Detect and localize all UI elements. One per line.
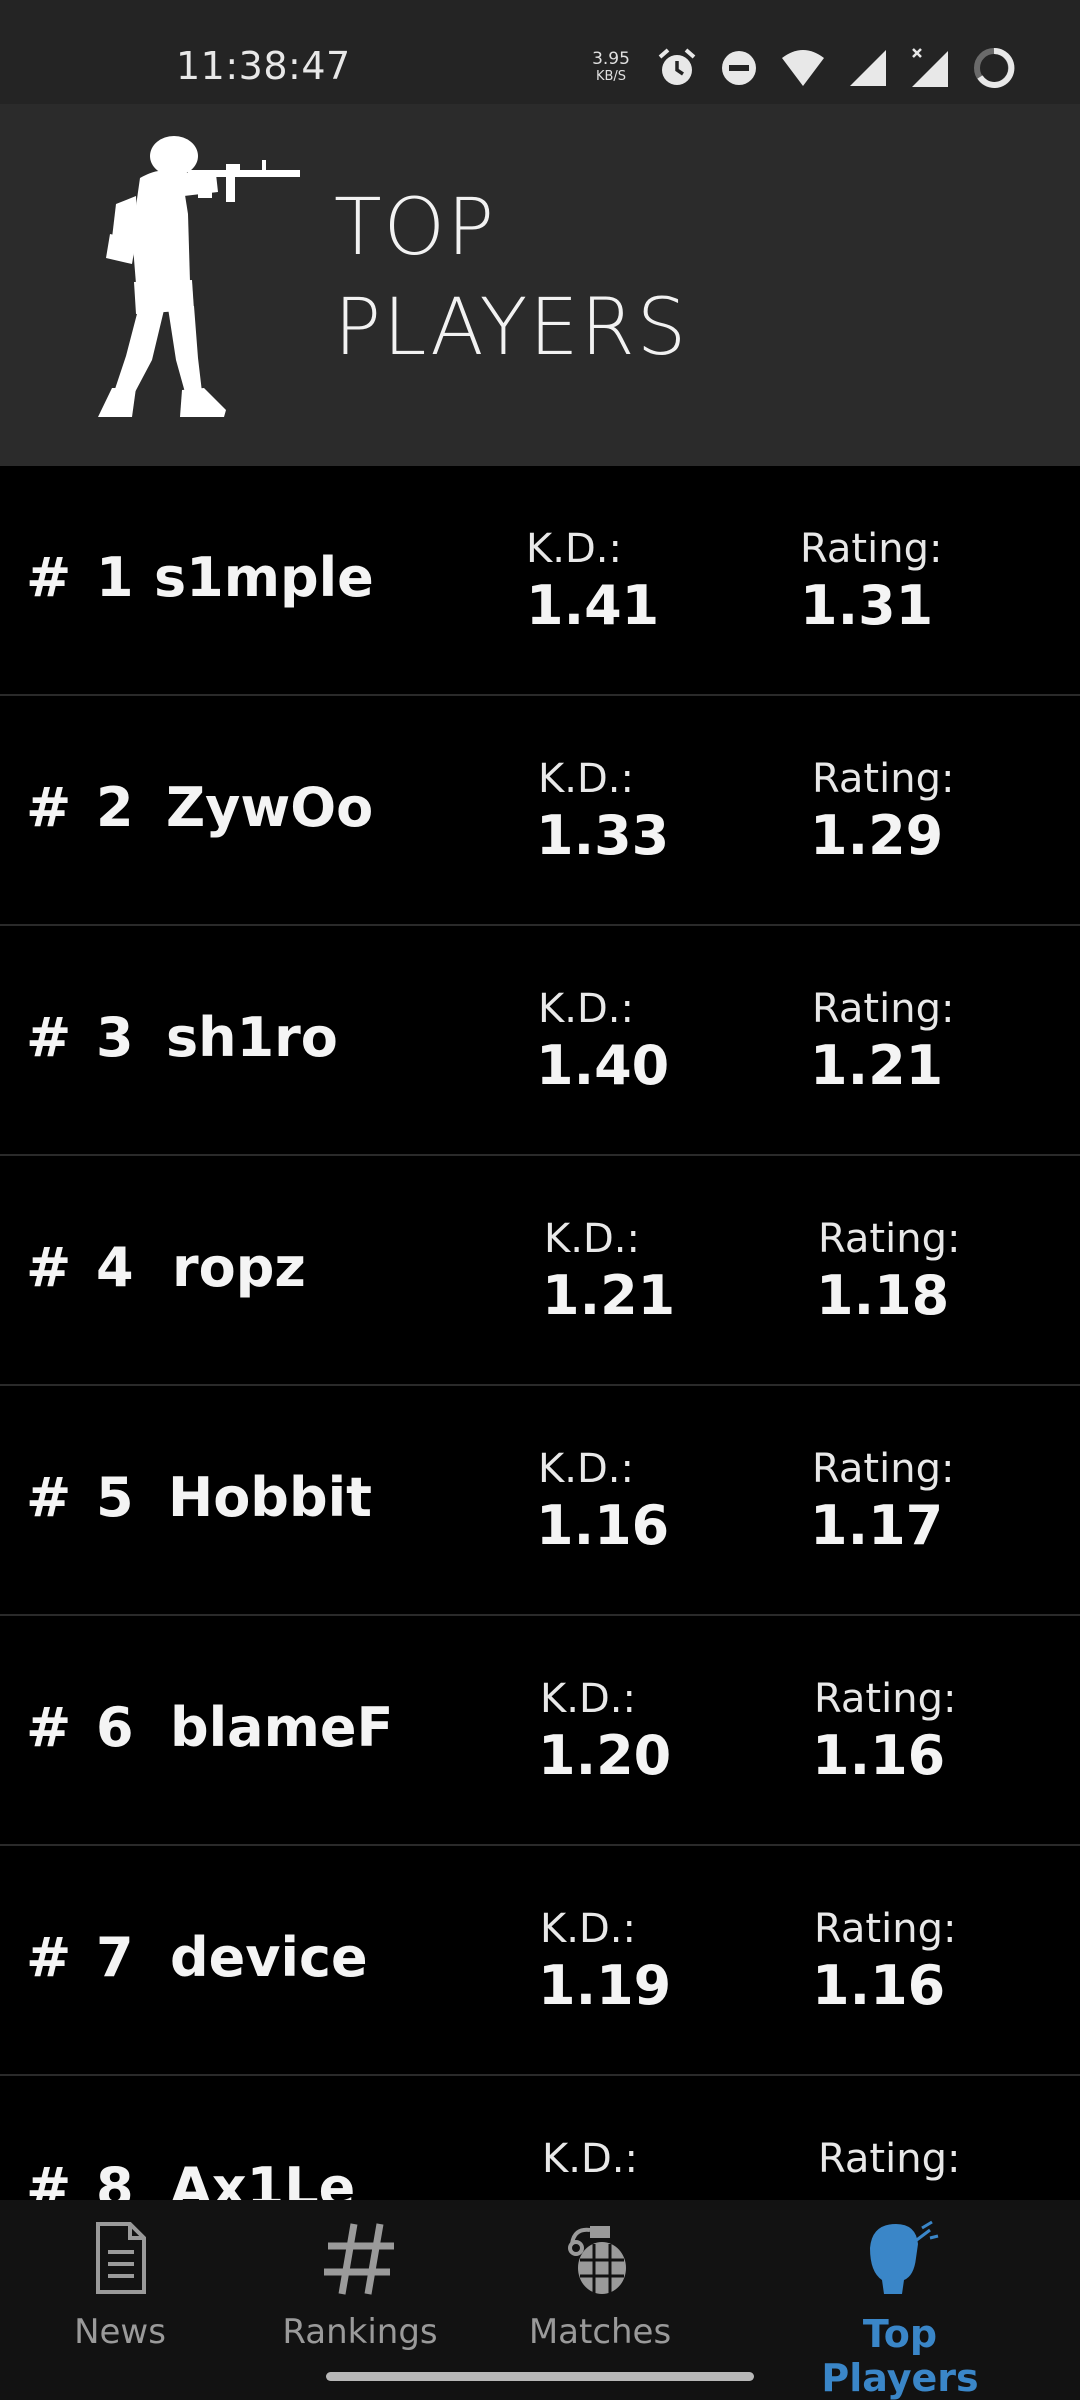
kd-value: 1.16	[536, 1494, 670, 1557]
rating-value: 1.18	[816, 1264, 950, 1327]
kd-label: K.D.:	[538, 1446, 634, 1492]
player-row[interactable]: # 8 Ax1Le K.D.: Rating:	[0, 2076, 1080, 2200]
soldier-silhouette-icon	[98, 136, 300, 417]
rating-label: Rating:	[812, 986, 955, 1032]
rating-label: Rating:	[814, 1906, 957, 1952]
player-row[interactable]: # 2 ZywOo K.D.: 1.33 Rating: 1.29	[0, 696, 1080, 926]
bottom-nav: News Rankings Matches Top Players	[0, 2200, 1080, 2400]
kd-value: 1.19	[538, 1954, 672, 2017]
player-row[interactable]: # 3 sh1ro K.D.: 1.40 Rating: 1.21	[0, 926, 1080, 1156]
rating-label: Rating:	[812, 1446, 955, 1492]
player-name: device	[170, 1926, 368, 1989]
page-title-line1: TOP	[334, 183, 497, 273]
rating-label: Rating:	[818, 1216, 961, 1262]
rating-value: 1.17	[810, 1494, 944, 1557]
hashtag-icon	[324, 2223, 394, 2295]
signal-icon	[850, 50, 886, 86]
rating-label: Rating:	[812, 756, 955, 802]
nav-matches-label: Matches	[528, 2312, 672, 2352]
kd-value: 1.40	[536, 1034, 670, 1097]
rating-value: 1.16	[812, 1724, 946, 1787]
player-list[interactable]: # 1 s1mple K.D.: 1.41 Rating: 1.31 # 2 Z…	[0, 466, 1080, 2200]
rating-label: Rating:	[814, 1676, 957, 1722]
kd-value: 1.20	[538, 1724, 672, 1787]
kd-label: K.D.:	[542, 2136, 638, 2182]
kd-label: K.D.:	[540, 1906, 636, 1952]
kd-label: K.D.:	[544, 1216, 640, 1262]
nav-top-players-label: Top Players	[821, 2312, 979, 2400]
player-rank: # 2	[26, 776, 137, 839]
player-name: Ax1Le	[170, 2156, 356, 2200]
do-not-disturb-icon	[722, 51, 756, 85]
kd-value: 1.41	[526, 574, 660, 637]
nav-top-players[interactable]: Top Players	[780, 2218, 1020, 2400]
kd-label: K.D.:	[538, 986, 634, 1032]
player-name: s1mple	[154, 546, 374, 609]
rating-label: Rating:	[800, 526, 943, 572]
player-name: ropz	[172, 1236, 306, 1299]
player-row[interactable]: # 7 device K.D.: 1.19 Rating: 1.16	[0, 1846, 1080, 2076]
net-speed: 3.95 KB/S	[588, 51, 634, 85]
kd-value: 1.21	[542, 1264, 676, 1327]
kd-value: 1.33	[536, 804, 670, 867]
status-icons: 3.95 KB/S	[588, 44, 1016, 92]
player-name: sh1ro	[166, 1006, 338, 1069]
player-rank: # 5	[26, 1466, 137, 1529]
player-rank: # 3	[26, 1006, 137, 1069]
nav-matches[interactable]: Matches	[480, 2218, 720, 2368]
page-title: TOP PLAYERS	[334, 178, 934, 378]
status-time: 11:38:47	[176, 44, 351, 88]
alarm-icon	[658, 48, 696, 85]
status-bar: 11:38:47 3.95 KB/S	[0, 0, 1080, 104]
net-speed-value: 3.95	[592, 49, 630, 69]
player-name: Hobbit	[168, 1466, 372, 1529]
rating-value: 1.29	[810, 804, 944, 867]
app-screen: 11:38:47 3.95 KB/S TOP PLAYERS # 1 s1mpl…	[0, 0, 1080, 2400]
rating-label: Rating:	[818, 2136, 961, 2182]
player-row[interactable]: # 1 s1mple K.D.: 1.41 Rating: 1.31	[0, 466, 1080, 696]
kd-label: K.D.:	[526, 526, 622, 572]
rating-value: 1.31	[800, 574, 934, 637]
nav-news[interactable]: News	[0, 2218, 240, 2368]
kd-label: K.D.:	[540, 1676, 636, 1722]
player-row[interactable]: # 6 blameF K.D.: 1.20 Rating: 1.16	[0, 1616, 1080, 1846]
nav-rankings-label: Rankings	[282, 2312, 438, 2352]
player-name: ZywOo	[166, 776, 374, 839]
player-rank: # 1	[26, 546, 137, 609]
document-icon	[96, 2222, 146, 2294]
home-indicator[interactable]	[326, 2372, 754, 2381]
nav-rankings[interactable]: Rankings	[240, 2218, 480, 2368]
net-speed-unit: KB/S	[595, 69, 627, 84]
nav-news-label: News	[74, 2312, 166, 2352]
kd-label: K.D.:	[538, 756, 634, 802]
player-rank: # 7	[26, 1926, 137, 1989]
player-row[interactable]: # 5 Hobbit K.D.: 1.16 Rating: 1.17	[0, 1386, 1080, 1616]
player-rank: # 4	[26, 1236, 137, 1299]
battery-ring-icon	[974, 47, 1015, 88]
player-rank: # 8	[26, 2156, 137, 2200]
player-name: blameF	[170, 1696, 394, 1759]
grenade-icon	[568, 2226, 626, 2294]
player-rank: # 6	[26, 1696, 137, 1759]
wifi-icon	[782, 50, 824, 86]
player-row[interactable]: # 4 ropz K.D.: 1.21 Rating: 1.18	[0, 1156, 1080, 1386]
rating-value: 1.16	[812, 1954, 946, 2017]
signal-no-service-icon	[912, 48, 948, 87]
page-header: TOP PLAYERS	[0, 104, 1080, 466]
page-title-line2: PLAYERS	[334, 283, 689, 373]
player-head-icon	[870, 2220, 939, 2294]
rating-value: 1.21	[810, 1034, 944, 1097]
